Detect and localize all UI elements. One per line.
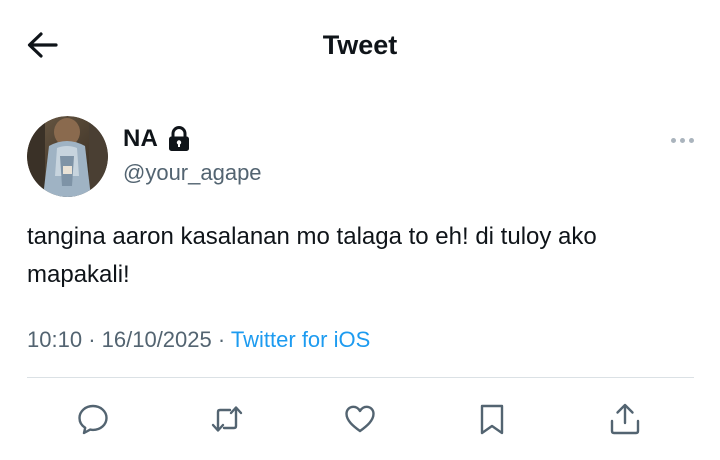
reply-button[interactable]: [75, 399, 111, 439]
more-options-button[interactable]: [671, 134, 694, 147]
share-icon: [610, 403, 640, 435]
top-bar: Tweet: [0, 0, 720, 88]
display-name[interactable]: NA: [123, 125, 158, 153]
page-title: Tweet: [322, 30, 398, 60]
tweet-source-link[interactable]: Twitter for iOS: [231, 327, 370, 352]
meta-separator: ·: [217, 327, 226, 352]
tweet-text: tangina aaron kasalanan mo talaga to eh!…: [27, 223, 597, 288]
reply-icon: [78, 404, 108, 435]
retweet-button[interactable]: [209, 399, 245, 439]
meta-separator: ·: [88, 327, 96, 352]
share-button[interactable]: [607, 399, 643, 439]
heart-icon: [345, 405, 375, 433]
tweet-time[interactable]: 10:10: [27, 327, 82, 352]
bookmark-icon: [480, 404, 504, 435]
divider: [27, 377, 694, 378]
more-dot: [680, 138, 685, 143]
tweet-detail-page: Tweet NA @your_agape tangina aaron kasal…: [0, 0, 720, 460]
author-name-row: NA: [123, 125, 192, 153]
avatar[interactable]: [27, 116, 108, 197]
like-button[interactable]: [342, 399, 378, 439]
more-dot: [671, 138, 676, 143]
tweet-date[interactable]: 16/10/2025: [102, 327, 212, 352]
avatar-photo: [27, 116, 108, 197]
more-dot: [689, 138, 694, 143]
bookmark-button[interactable]: [474, 399, 510, 439]
retweet-icon: [211, 406, 243, 432]
lock-icon: [168, 126, 192, 152]
tweet-meta: 10:10 · 16/10/2025 · Twitter for iOS: [27, 327, 370, 353]
user-handle[interactable]: @your_agape: [123, 160, 262, 186]
